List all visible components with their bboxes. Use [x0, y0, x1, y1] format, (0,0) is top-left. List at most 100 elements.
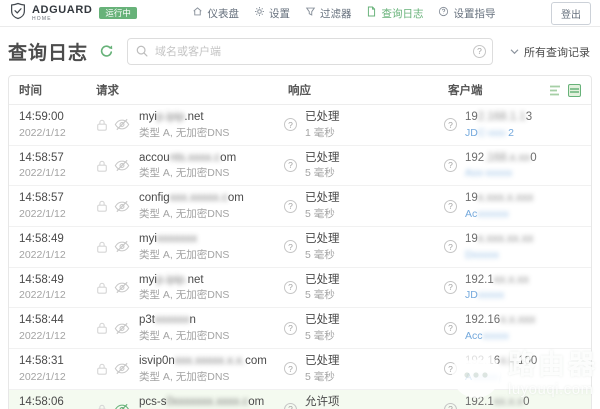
eye-slash-icon — [114, 200, 130, 213]
blurred-text: xx.x.x — [494, 396, 523, 408]
time-cell: 14:58:57 2022/1/12 — [19, 186, 96, 226]
col-header-response: 响应 — [282, 82, 440, 98]
nav-item-settings[interactable]: 设置 — [254, 6, 290, 21]
response-detail: 1 毫秒 — [305, 126, 340, 140]
request-cell: configxxx.xxxxx.com 类型 A, 无加密DNS — [96, 191, 282, 221]
blurred-text: x.xxx.x.xxx — [478, 192, 534, 204]
search-icon — [135, 44, 149, 63]
query-type: 类型 A, 无加密DNS — [139, 207, 244, 221]
funnel-icon — [305, 6, 316, 20]
list-view-icon[interactable] — [549, 84, 562, 97]
blurred-text: xxx.xxxxx.x.x. — [175, 355, 245, 367]
response-cell: ? 已处理 1 毫秒 — [282, 110, 440, 140]
client-cell: ? 192.16x.x.100 Axxxxx — [440, 354, 581, 384]
client-name-link[interactable]: Axx-xxxxx — [465, 166, 537, 180]
request-cell: myip.ipip.net 类型 A, 无加密DNS — [96, 110, 282, 140]
domain-text: configxxx.xxxxx.com — [139, 191, 244, 207]
adguard-home-app: ADGUARD HOME 运行中 仪表盘 设置 过滤器 查询日志 — [0, 0, 600, 409]
lock-icon — [96, 403, 108, 409]
time-cell: 14:58:44 2022/1/12 — [19, 308, 96, 348]
nav-item-setup-guide[interactable]: 设置指导 — [438, 6, 495, 21]
client-cell: ? 19x.xxx.xx.xx Dxxxxx — [440, 232, 581, 262]
domain-text: pcs-s0xxxxxxx.xxxx.com — [139, 395, 264, 409]
client-ip: 192.168.x.xx0 — [465, 151, 537, 167]
table-row[interactable]: 14:58:31 2022/1/12 isvip0nxxx.xxxxx.x.x.… — [9, 349, 591, 390]
refresh-icon[interactable] — [99, 44, 114, 59]
response-detail: 5 毫秒 — [305, 166, 340, 180]
eye-slash-icon — [114, 240, 130, 253]
response-help-icon: ? — [284, 322, 297, 335]
client-ip: 192.1xx.x.xx — [465, 273, 529, 289]
date-value: 2022/1/12 — [19, 329, 96, 343]
client-name-link[interactable]: Dxxxxx — [465, 248, 533, 262]
time-value: 14:58:44 — [19, 313, 96, 329]
query-filter-dropdown[interactable]: 所有查询记录 — [510, 44, 592, 60]
home-icon — [192, 6, 203, 20]
response-detail: 5 毫秒 — [305, 370, 340, 384]
client-cell: ? 192.168.1.13 JDC-xxx-2 — [440, 110, 581, 140]
time-cell: 14:58:49 2022/1/12 — [19, 227, 96, 267]
blurred-text: nts.xxxx.c — [170, 152, 220, 164]
table-row[interactable]: 14:58:57 2022/1/12 configxxx.xxxxx.com 类… — [9, 186, 591, 227]
response-detail: 5 毫秒 — [305, 207, 340, 221]
blurred-text: xxxxxxx — [157, 233, 197, 245]
logout-button[interactable]: 登出 — [551, 2, 591, 25]
status-badge: 运行中 — [99, 7, 137, 20]
blurred-text: 2.168.1.1 — [478, 111, 526, 123]
client-help-icon: ? — [444, 118, 457, 131]
client-help-icon: ? — [444, 281, 457, 294]
col-header-time: 时间 — [19, 82, 96, 98]
response-cell: ? 已处理 5 毫秒 — [282, 191, 440, 221]
response-status: 已处理 — [305, 151, 340, 167]
date-value: 2022/1/12 — [19, 126, 96, 140]
lock-icon — [96, 199, 108, 213]
table-row[interactable]: 14:58:49 2022/1/12 myixxxxxxx 类型 A, 无加密D… — [9, 227, 591, 268]
brand-logo[interactable]: ADGUARD HOME — [9, 2, 92, 25]
domain-text: myixxxxxxx — [139, 232, 229, 248]
chevron-down-icon — [510, 46, 519, 58]
nav-label: 设置 — [269, 6, 290, 21]
nav-item-query-log[interactable]: 查询日志 — [366, 6, 423, 21]
search-input[interactable] — [127, 38, 493, 65]
table-row[interactable]: 14:58:57 2022/1/12 accounts.xxxx.com 类型 … — [9, 146, 591, 187]
table-row[interactable]: 14:58:06 2022/1/12 pcs-s0xxxxxxx.xxxx.co… — [9, 390, 591, 409]
nav-item-dashboard[interactable]: 仪表盘 — [192, 6, 239, 21]
date-value: 2022/1/12 — [19, 248, 96, 262]
blurred-text: p.ipip. — [157, 274, 188, 286]
query-type: 类型 A, 无加密DNS — [139, 126, 229, 140]
client-cell: ? 19x.xxx.x.xxx Acxxxxxx — [440, 191, 581, 221]
blurred-text: xxxxxx — [477, 208, 509, 220]
table-row[interactable]: 14:58:44 2022/1/12 p3txxxxxxn 类型 A, 无加密D… — [9, 308, 591, 349]
client-ip: 192.16x.x.xxx — [465, 313, 535, 329]
eye-slash-icon — [114, 403, 130, 409]
request-cell: pcs-s0xxxxxxx.xxxx.com 类型 A, 无加密DNS — [96, 395, 282, 409]
client-cell: ? 192.1xx.x.x0 AnxxxxG — [440, 395, 581, 409]
table-row[interactable]: 14:59:00 2022/1/12 myip.ipip.net 类型 A, 无… — [9, 105, 591, 146]
client-name-link[interactable]: Accxxxxx — [465, 329, 535, 343]
nav-item-filters[interactable]: 过滤器 — [305, 6, 352, 21]
blurred-text: xxxxx — [472, 371, 498, 383]
time-value: 14:58:49 — [19, 232, 96, 248]
client-cell: ? 192.16x.x.xxx Accxxxxx — [440, 313, 581, 343]
blurred-text: Axx-xxxxx — [465, 167, 512, 179]
brand-sub: HOME — [32, 17, 92, 22]
table-header-row: 时间 请求 响应 客户端 — [9, 76, 591, 105]
lock-icon — [96, 362, 108, 376]
lock-icon — [96, 240, 108, 254]
date-value: 2022/1/12 — [19, 288, 96, 302]
client-name-link[interactable]: Acxxxxxx — [465, 207, 533, 221]
client-ip: 192.1xx.x.x0 — [465, 395, 530, 409]
client-cell: ? 192.168.x.xx0 Axx-xxxxx — [440, 151, 581, 181]
response-status: 已处理 — [305, 110, 340, 126]
table-row[interactable]: 14:58:49 2022/1/12 myip.ipip.net 类型 A, 无… — [9, 268, 591, 309]
client-name-link[interactable]: Axxxxx — [465, 370, 537, 384]
client-name-link[interactable]: JDC-xxx-2 — [465, 126, 532, 140]
lock-icon — [96, 118, 108, 132]
table-view-icon[interactable] — [568, 84, 581, 97]
eye-slash-icon — [114, 362, 130, 375]
date-value: 2022/1/12 — [19, 207, 96, 221]
client-name-link[interactable]: JDxxxxx — [465, 288, 529, 302]
time-cell: 14:58:31 2022/1/12 — [19, 349, 96, 389]
domain-text: p3txxxxxxn — [139, 313, 229, 329]
eye-slash-icon — [114, 281, 130, 294]
